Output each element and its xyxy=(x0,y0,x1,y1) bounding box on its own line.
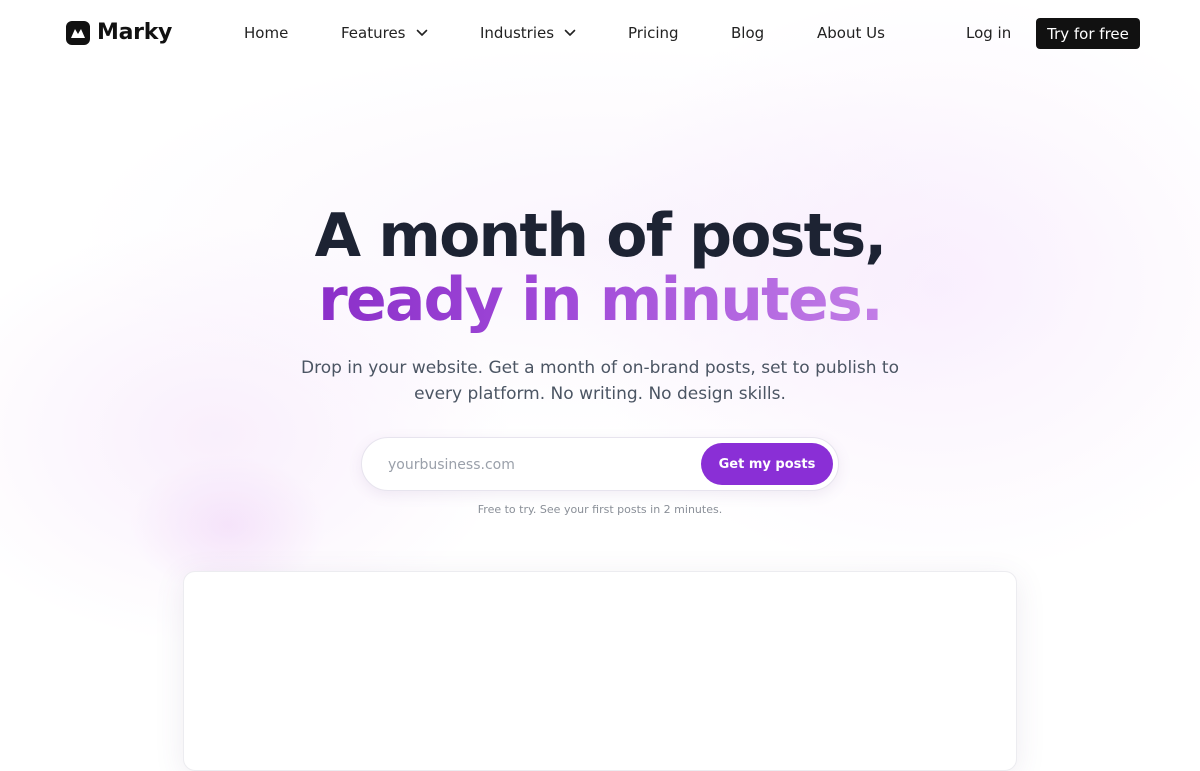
login-link[interactable]: Log in xyxy=(966,24,1011,42)
try-for-free-button[interactable]: Try for free xyxy=(1036,18,1140,49)
top-navigation: Marky Home Features Industries Pricing B… xyxy=(0,0,1200,66)
hero-title-line2-wrapper: ready in minutes. xyxy=(0,268,1200,332)
nav-about-us-label: About Us xyxy=(817,24,885,42)
website-url-input[interactable] xyxy=(386,446,690,484)
brand-name: Marky xyxy=(97,20,173,45)
brand-logo[interactable]: Marky xyxy=(66,20,172,45)
nav-pricing-label: Pricing xyxy=(628,24,679,42)
nav-features[interactable]: Features xyxy=(341,24,428,42)
chevron-down-icon xyxy=(416,29,428,37)
hero-title-line2: ready in minutes. xyxy=(318,265,883,335)
signup-footnote: Free to try. See your first posts in 2 m… xyxy=(477,503,723,516)
marky-logo-icon xyxy=(66,20,90,45)
product-preview-card xyxy=(183,571,1017,771)
nav-about-us[interactable]: About Us xyxy=(817,24,885,42)
hero-subtitle: Drop in your website. Get a month of on-… xyxy=(300,358,899,404)
nav-home-label: Home xyxy=(244,24,289,42)
hero-title-line1: A month of posts, xyxy=(314,201,888,271)
nav-industries-label: Industries xyxy=(480,24,555,42)
nav-features-label: Features xyxy=(341,24,406,42)
get-my-posts-button[interactable]: Get my posts xyxy=(701,443,833,485)
nav-blog-label: Blog xyxy=(731,24,765,42)
nav-home[interactable]: Home xyxy=(244,24,288,42)
nav-pricing[interactable]: Pricing xyxy=(628,24,679,42)
nav-industries[interactable]: Industries xyxy=(480,24,576,42)
nav-blog[interactable]: Blog xyxy=(731,24,764,42)
chevron-down-icon xyxy=(564,29,576,37)
website-signup-form: Get my posts xyxy=(361,437,839,491)
